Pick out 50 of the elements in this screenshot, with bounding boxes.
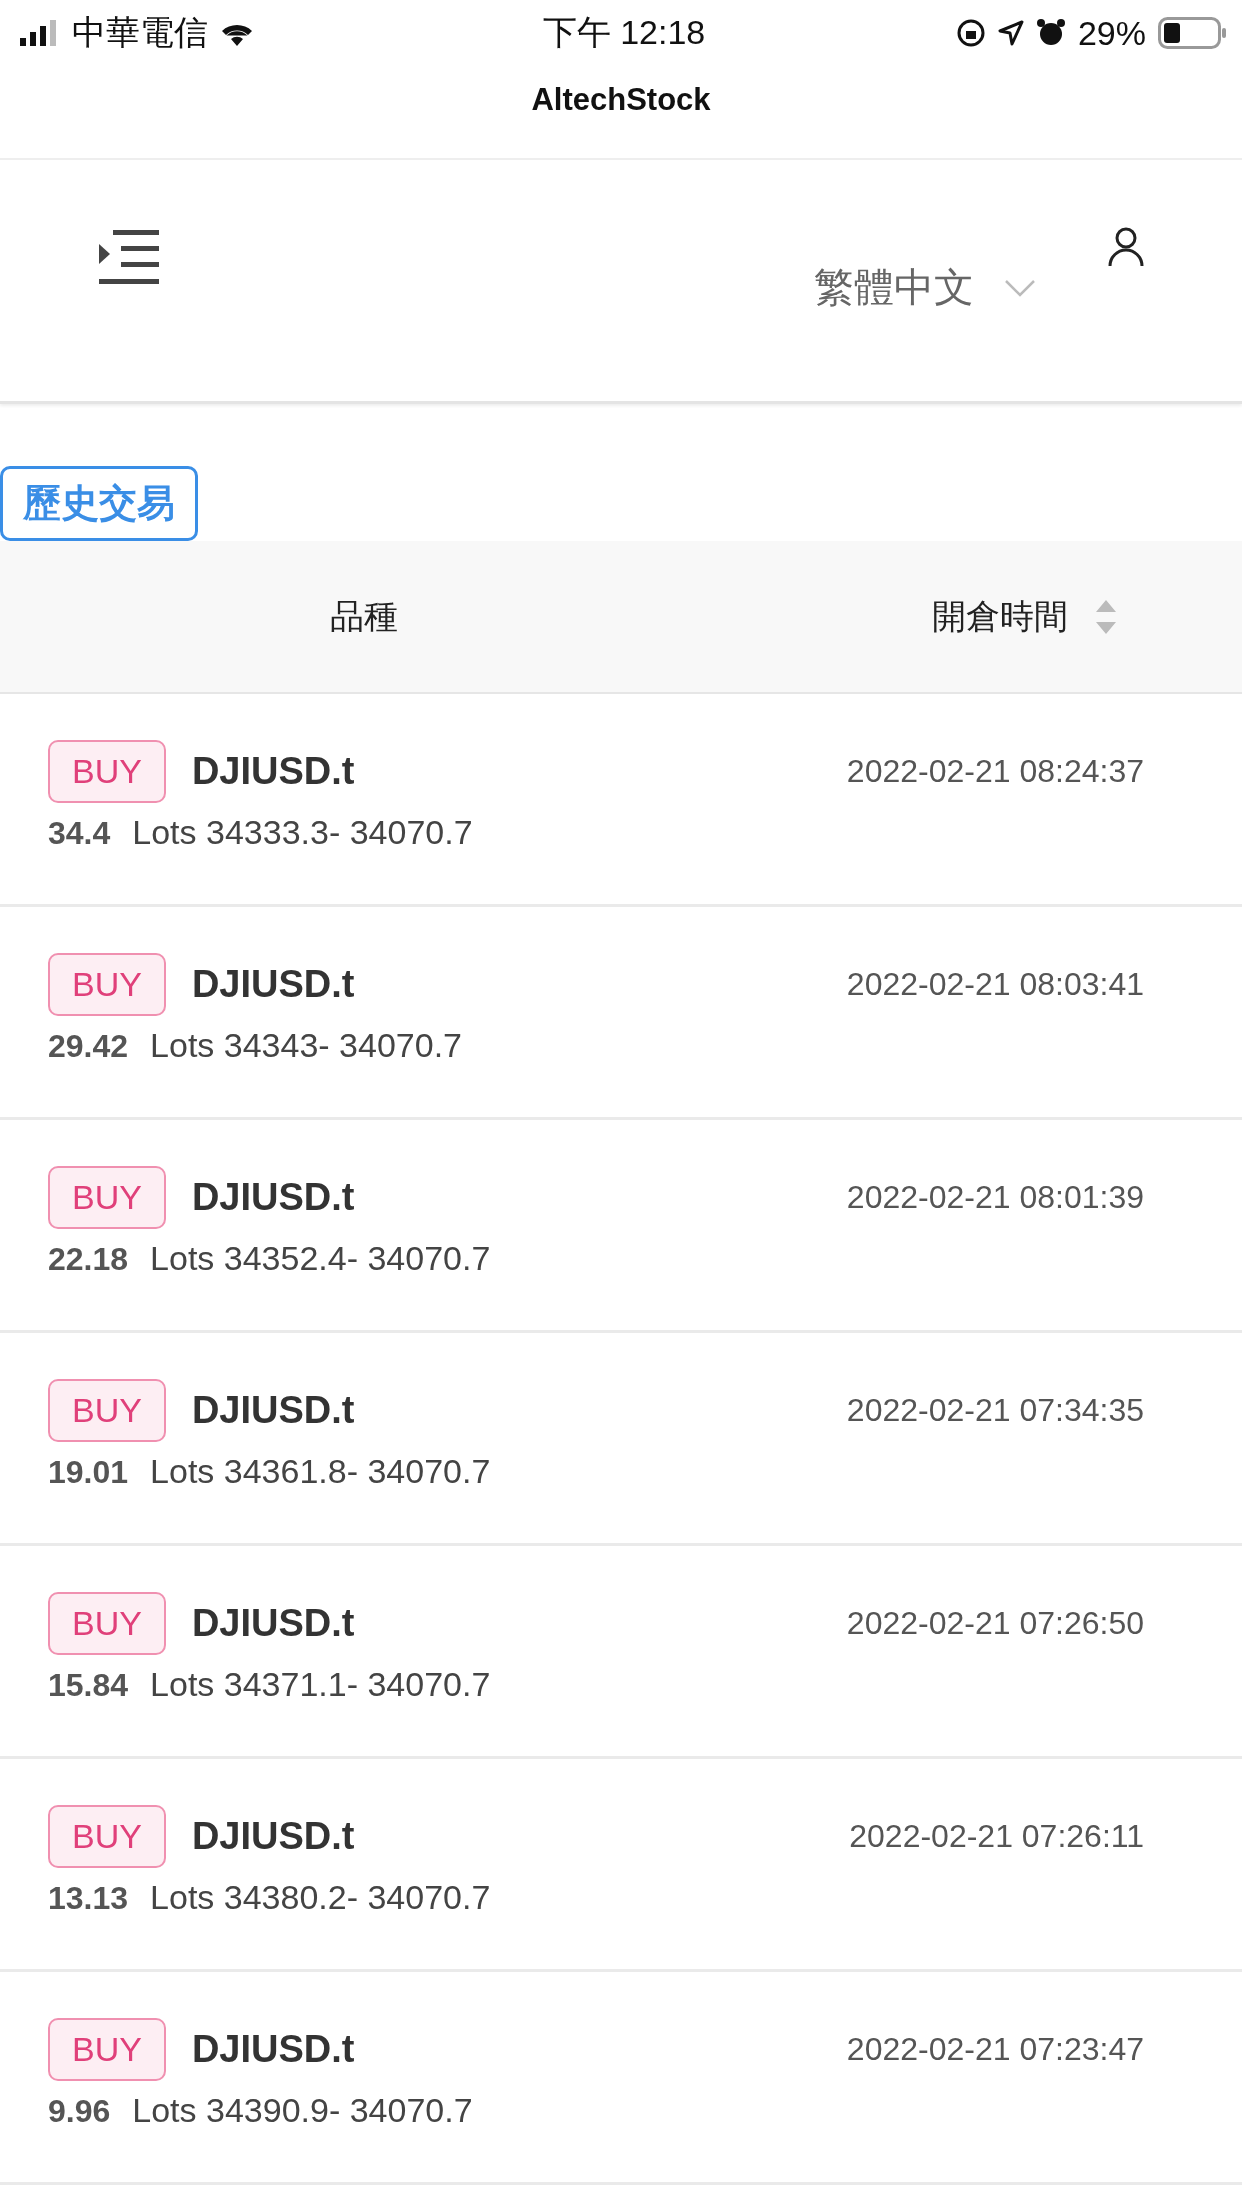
side-badge: BUY [48, 1379, 166, 1442]
trade-volume: 13.13 [48, 1880, 129, 1917]
carrier-name: 中華電信 [72, 12, 208, 53]
column-header[interactable]: 品種 [330, 593, 398, 640]
side-badge: BUY [48, 740, 166, 803]
price-range: Lots 34371.1- 34070.7 [150, 1665, 491, 1704]
section-label: 歷史交易 [0, 466, 198, 541]
chevron-down-icon [1004, 278, 1036, 297]
trade-volume: 9.96 [48, 2093, 111, 2130]
symbol-name: DJIUSD.t [191, 1176, 355, 1219]
price-range: Lots 34352.4- 34070.7 [150, 1239, 491, 1278]
app-title: AltechStock [531, 82, 711, 118]
symbol-name: DJIUSD.t [191, 1815, 355, 1858]
language-dropdown[interactable]: 繁體中文 [814, 260, 1036, 315]
symbol-name: DJIUSD.t [191, 1602, 355, 1645]
side-badge: BUY [48, 2018, 166, 2081]
side-badge: BUY [48, 1805, 166, 1868]
symbol-name: DJIUSD.t [191, 1389, 355, 1432]
battery-percent: 29% [1077, 13, 1146, 53]
symbol-name: DJIUSD.t [191, 2028, 355, 2071]
trade-volume: 29.42 [48, 1028, 129, 1065]
side-badge: BUY [48, 1166, 166, 1229]
symbol-name: DJIUSD.t [191, 963, 355, 1006]
open-time: 2022-02-21 08:03:41 [846, 966, 1144, 1003]
price-range: Lots 34343- 34070.7 [150, 1026, 462, 1065]
open-time: 2022-02-21 08:24:37 [846, 753, 1144, 790]
price-range: Lots 34333.3- 34070.7 [132, 813, 473, 852]
price-range: Lots 34390.9- 34070.7 [132, 2091, 473, 2130]
side-badge: BUY [48, 1592, 166, 1655]
trade-volume: 34.4 [48, 815, 111, 852]
price-range: Lots 34361.8- 34070.7 [150, 1452, 491, 1491]
alarm-icon [1035, 18, 1066, 48]
symbol-name: DJIUSD.t [191, 750, 355, 793]
location-icon [997, 20, 1024, 46]
user-icon[interactable] [1108, 226, 1144, 267]
clock-time: 下午 12:18 [542, 12, 706, 53]
battery-icon [1158, 17, 1228, 49]
open-time: 2022-02-21 08:01:39 [846, 1179, 1144, 1216]
price-range: Lots 34380.2- 34070.7 [150, 1878, 491, 1917]
trade-volume: 15.84 [48, 1667, 129, 1704]
menu-icon[interactable] [99, 229, 159, 284]
trade-volume: 22.18 [48, 1241, 129, 1278]
trade-volume: 19.01 [48, 1454, 129, 1491]
open-time: 2022-02-21 07:34:35 [846, 1392, 1144, 1429]
side-badge: BUY [48, 953, 166, 1016]
column-header[interactable]: 開倉時間 [932, 593, 1068, 640]
rotation-lock-icon [955, 18, 986, 48]
open-time: 2022-02-21 07:23:47 [846, 2031, 1144, 2068]
open-time: 2022-02-21 07:26:50 [846, 1605, 1144, 1642]
open-time: 2022-02-21 07:26:11 [849, 1818, 1144, 1855]
